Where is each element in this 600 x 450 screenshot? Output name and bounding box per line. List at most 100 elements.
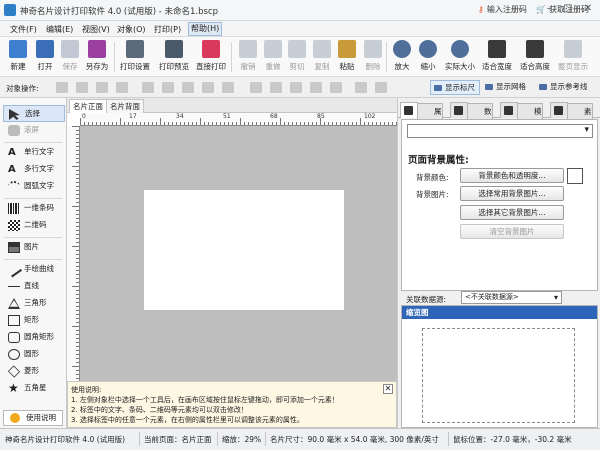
page-tabs: 名片正面 名片背面 <box>67 98 397 113</box>
print-settings-button[interactable]: 打印设置 <box>119 40 151 76</box>
tool-diamond[interactable]: 菱形 <box>3 363 65 380</box>
key-icon: ⚷ <box>478 5 484 14</box>
help-button[interactable]: 使用说明 <box>3 410 63 426</box>
tool-multi-text[interactable]: A 多行文字 <box>3 161 65 178</box>
tool-freehand-label: 手绘曲线 <box>24 264 54 273</box>
align-left-icon[interactable] <box>142 82 154 93</box>
ruler-tick <box>76 302 79 303</box>
line-icon <box>8 286 20 287</box>
menu-edit[interactable]: 编辑(E) <box>46 24 73 35</box>
tab-back[interactable]: 名片背面 <box>106 99 144 113</box>
same-width-icon[interactable] <box>290 82 302 93</box>
layer-down-icon[interactable] <box>76 82 88 93</box>
whole-page-button[interactable]: 整页显示 <box>557 40 589 76</box>
tool-line[interactable]: 直线 <box>3 278 65 295</box>
ruler-tick <box>188 122 189 125</box>
same-size-icon[interactable] <box>330 82 342 93</box>
tool-barcode[interactable]: 一维条码 <box>3 200 65 217</box>
card-page[interactable] <box>144 190 344 310</box>
other-bg-button[interactable]: 选择其它背景图片... <box>460 205 564 220</box>
direct-print-button[interactable]: 直接打印 <box>195 40 227 76</box>
group-icon[interactable] <box>355 82 367 93</box>
object-ops-label: 对象操作: <box>6 84 39 93</box>
ruler-tick <box>76 378 79 379</box>
tab-properties[interactable]: 属性栏 <box>400 102 443 146</box>
tool-image[interactable]: 图片 <box>3 239 65 256</box>
delete-button[interactable]: 删除 <box>357 40 389 76</box>
ruler-tick <box>276 122 277 125</box>
ruler-tick <box>256 122 257 125</box>
color-swatch[interactable] <box>567 168 583 184</box>
menu-view[interactable]: 视图(V) <box>82 24 110 35</box>
tool-rect[interactable]: 矩形 <box>3 312 65 329</box>
show-grid-toggle[interactable]: 显示网格 <box>482 80 530 95</box>
menu-print[interactable]: 打印(P) <box>154 24 181 35</box>
tool-freehand[interactable]: 手绘曲线 <box>3 261 65 278</box>
close-help-button[interactable]: ✕ <box>383 384 393 394</box>
workspace[interactable] <box>80 126 397 381</box>
show-ruler-toggle[interactable]: 显示标尺 <box>430 80 480 95</box>
bg-color-button[interactable]: 背景颜色和透明度... <box>460 168 564 183</box>
materials-icon <box>554 106 563 115</box>
tool-arc-text[interactable]: 圆弧文字 <box>3 178 65 195</box>
register-link[interactable]: ⚷ 输入注册码 <box>478 4 527 15</box>
print-preview-button[interactable]: 打印预览 <box>158 40 190 76</box>
ruler-tick <box>236 122 237 125</box>
show-guides-toggle[interactable]: 显示参考线 <box>536 80 592 95</box>
tool-star[interactable]: ★ 五角星 <box>3 380 65 397</box>
ungroup-icon[interactable] <box>375 82 387 93</box>
tab-materials[interactable]: 素材库 <box>550 102 593 146</box>
layer-up-icon[interactable] <box>56 82 68 93</box>
tab-database[interactable]: 数据库 <box>450 102 493 146</box>
tab-templates[interactable]: 模板库 <box>500 102 543 146</box>
tool-single-text[interactable]: A 单行文字 <box>3 144 65 161</box>
image-icon <box>8 242 20 253</box>
ruler-tick <box>192 122 193 125</box>
align-right-icon[interactable] <box>182 82 194 93</box>
layer-bottom-icon[interactable] <box>116 82 128 93</box>
layer-top-icon[interactable] <box>96 82 108 93</box>
close-button[interactable]: ✕ <box>579 2 597 16</box>
ruler-tick <box>76 370 79 371</box>
ruler-tick <box>144 122 145 125</box>
fit-width-button[interactable]: 适合宽度 <box>481 40 513 76</box>
object-select[interactable] <box>407 124 593 138</box>
tool-circle[interactable]: 圆形 <box>3 346 65 363</box>
minimize-button[interactable]: – <box>540 2 558 16</box>
ruler-tick <box>76 190 79 191</box>
distribute-v-icon[interactable] <box>270 82 282 93</box>
actual-size-button[interactable]: 实际大小 <box>444 40 476 76</box>
menu-file[interactable]: 文件(F) <box>10 24 37 35</box>
save-as-button[interactable]: 另存为 <box>81 40 113 76</box>
ruler-tick <box>76 274 79 275</box>
menu-help[interactable]: 帮助(H) <box>188 22 223 36</box>
menu-object[interactable]: 对象(O) <box>117 24 146 35</box>
tool-select[interactable]: 选择 <box>3 105 65 122</box>
assoc-select[interactable]: <不关联数据源> <box>461 291 562 304</box>
ruler-tick <box>264 122 265 125</box>
ruler-tick <box>76 182 79 183</box>
tool-scroll[interactable]: 滚屏 <box>3 122 65 139</box>
tool-select-label: 选择 <box>25 109 40 118</box>
zoom-out-button[interactable]: 缩小 <box>412 40 444 76</box>
tool-triangle-label: 三角形 <box>24 298 47 307</box>
object-bar: 对象操作: 显示标尺 显示网格 显示参考线 <box>0 77 600 98</box>
fit-height-button[interactable]: 适合高度 <box>519 40 551 76</box>
align-center-icon[interactable] <box>162 82 174 93</box>
ruler-tick <box>76 162 79 163</box>
maximize-button[interactable]: □ <box>559 2 577 16</box>
tool-triangle[interactable]: 三角形 <box>3 295 65 312</box>
tool-qrcode[interactable]: 二维码 <box>3 217 65 234</box>
align-top-icon[interactable] <box>222 82 234 93</box>
common-bg-button[interactable]: 选择常用背景图片... <box>460 186 564 201</box>
cursor-icon <box>9 109 20 120</box>
ruler-tick <box>76 362 79 363</box>
same-height-icon[interactable] <box>310 82 322 93</box>
ruler-tick <box>248 122 249 125</box>
align-middle-icon[interactable] <box>202 82 214 93</box>
clear-bg-button[interactable]: 清空背景图片 <box>460 224 564 239</box>
tab-front[interactable]: 名片正面 <box>69 99 107 113</box>
triangle-icon <box>8 298 20 309</box>
tool-round-rect[interactable]: 圆角矩形 <box>3 329 65 346</box>
distribute-h-icon[interactable] <box>250 82 262 93</box>
